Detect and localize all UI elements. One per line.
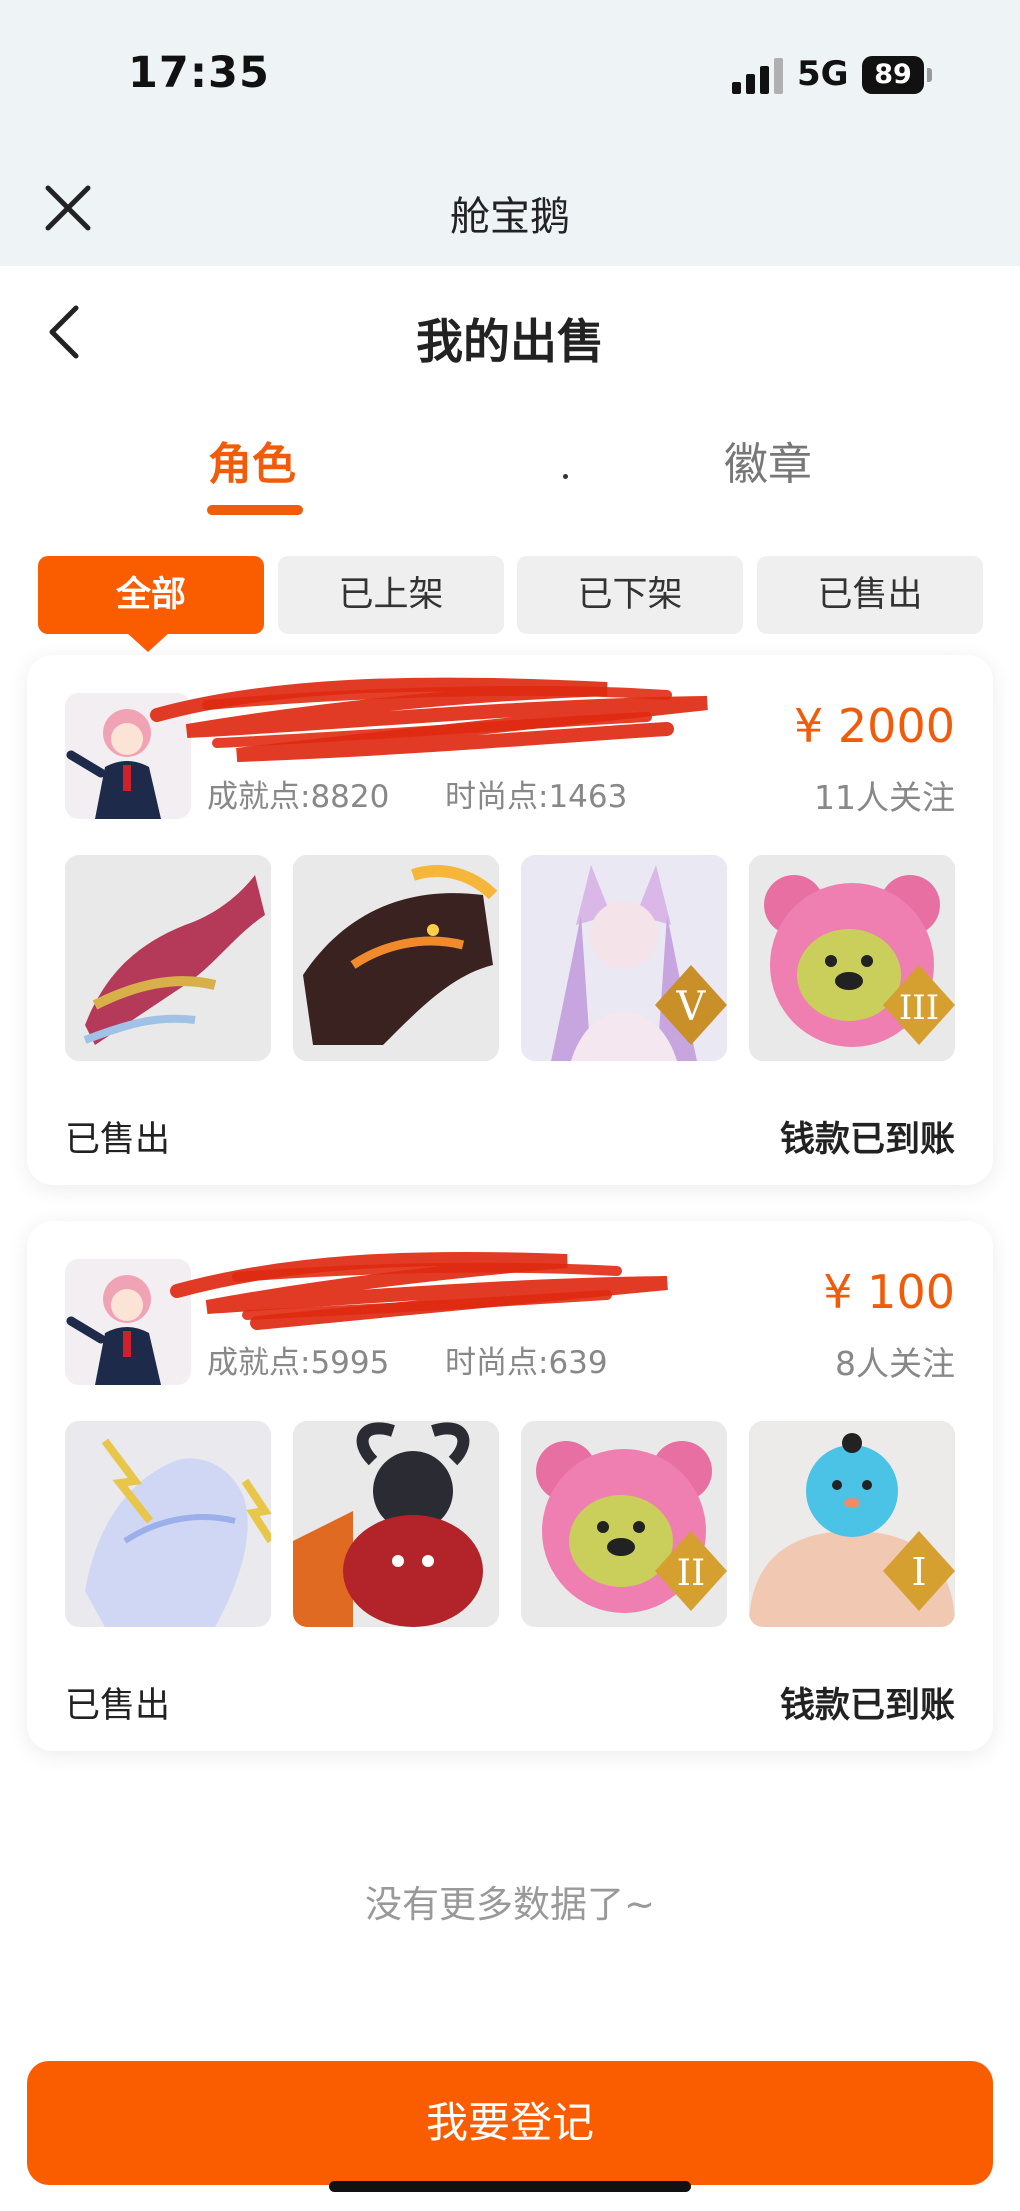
dragon-mount-icon[interactable] — [65, 855, 271, 1061]
fashion-points: 时尚点:639 — [445, 1345, 608, 1381]
achievement-points: 成就点:8820 — [207, 779, 390, 815]
pink-bear-costume-icon[interactable]: II — [521, 1421, 727, 1627]
svg-text:III: III — [899, 988, 939, 1028]
end-of-list-text: 没有更多数据了~ — [364, 1883, 655, 1926]
listing-card[interactable]: 成就点:8820 时尚点:1463 ¥ 2000 11人关注 V III 已售出… — [27, 655, 993, 1185]
filter-all[interactable]: 全部 — [38, 556, 264, 634]
battery-icon: 89 — [862, 56, 924, 94]
listing-price: ¥ 2000 — [794, 699, 955, 753]
listing-price: ¥ 100 — [823, 1265, 955, 1319]
status-time: 17:35 — [128, 48, 270, 98]
register-button[interactable]: 我要登记 — [27, 2061, 993, 2185]
svg-text:II: II — [677, 1553, 705, 1594]
sale-status: 已售出 — [65, 1686, 171, 1726]
filter-delisted[interactable]: 已下架 — [517, 556, 743, 634]
tab-role[interactable]: 角色 — [208, 428, 296, 492]
svg-text:V: V — [676, 984, 707, 1030]
filter-sold[interactable]: 已售出 — [757, 556, 983, 634]
app-title: 舱宝鹅 — [450, 194, 570, 240]
battery-tip — [927, 68, 932, 82]
app-header: 17:35 5G 89 舱宝鹅 — [0, 0, 1020, 266]
watcher-count: 11人关注 — [814, 778, 955, 817]
filter-listed[interactable]: 已上架 — [278, 556, 504, 634]
home-indicator — [329, 2181, 691, 2192]
redaction-scribble — [150, 677, 708, 762]
listing-card[interactable]: 成就点:5995 时尚点:639 ¥ 100 8人关注 II I 已售出 钱款已… — [27, 1221, 993, 1751]
tab-active-indicator — [207, 505, 303, 515]
signal-icon — [732, 58, 783, 94]
network-type: 5G — [797, 54, 849, 94]
tab-badge[interactable]: 徽章 — [724, 428, 812, 492]
fire-dragon-mount-icon[interactable] — [293, 855, 499, 1061]
svg-text:I: I — [911, 1550, 926, 1594]
item-row: V III — [65, 855, 955, 1061]
divider-dot — [563, 474, 568, 479]
lightning-horse-icon[interactable] — [65, 1421, 271, 1627]
watcher-count: 8人关注 — [835, 1344, 955, 1383]
bird-muscle-costume-icon[interactable]: I — [749, 1421, 955, 1627]
payout-status: 钱款已到账 — [779, 1120, 955, 1160]
red-beast-icon[interactable] — [293, 1421, 499, 1627]
fashion-points: 时尚点:1463 — [445, 779, 628, 815]
filter-pointer — [126, 632, 170, 652]
page-title: 我的出售 — [416, 315, 604, 370]
payout-status: 钱款已到账 — [779, 1686, 955, 1726]
achievement-points: 成就点:5995 — [207, 1345, 390, 1381]
item-row: II I — [65, 1421, 955, 1627]
fox-costume-icon[interactable]: V — [521, 855, 727, 1061]
redaction-scribble — [170, 1251, 668, 1330]
pink-bear-costume-icon[interactable]: III — [749, 855, 955, 1061]
sale-status: 已售出 — [65, 1120, 171, 1160]
